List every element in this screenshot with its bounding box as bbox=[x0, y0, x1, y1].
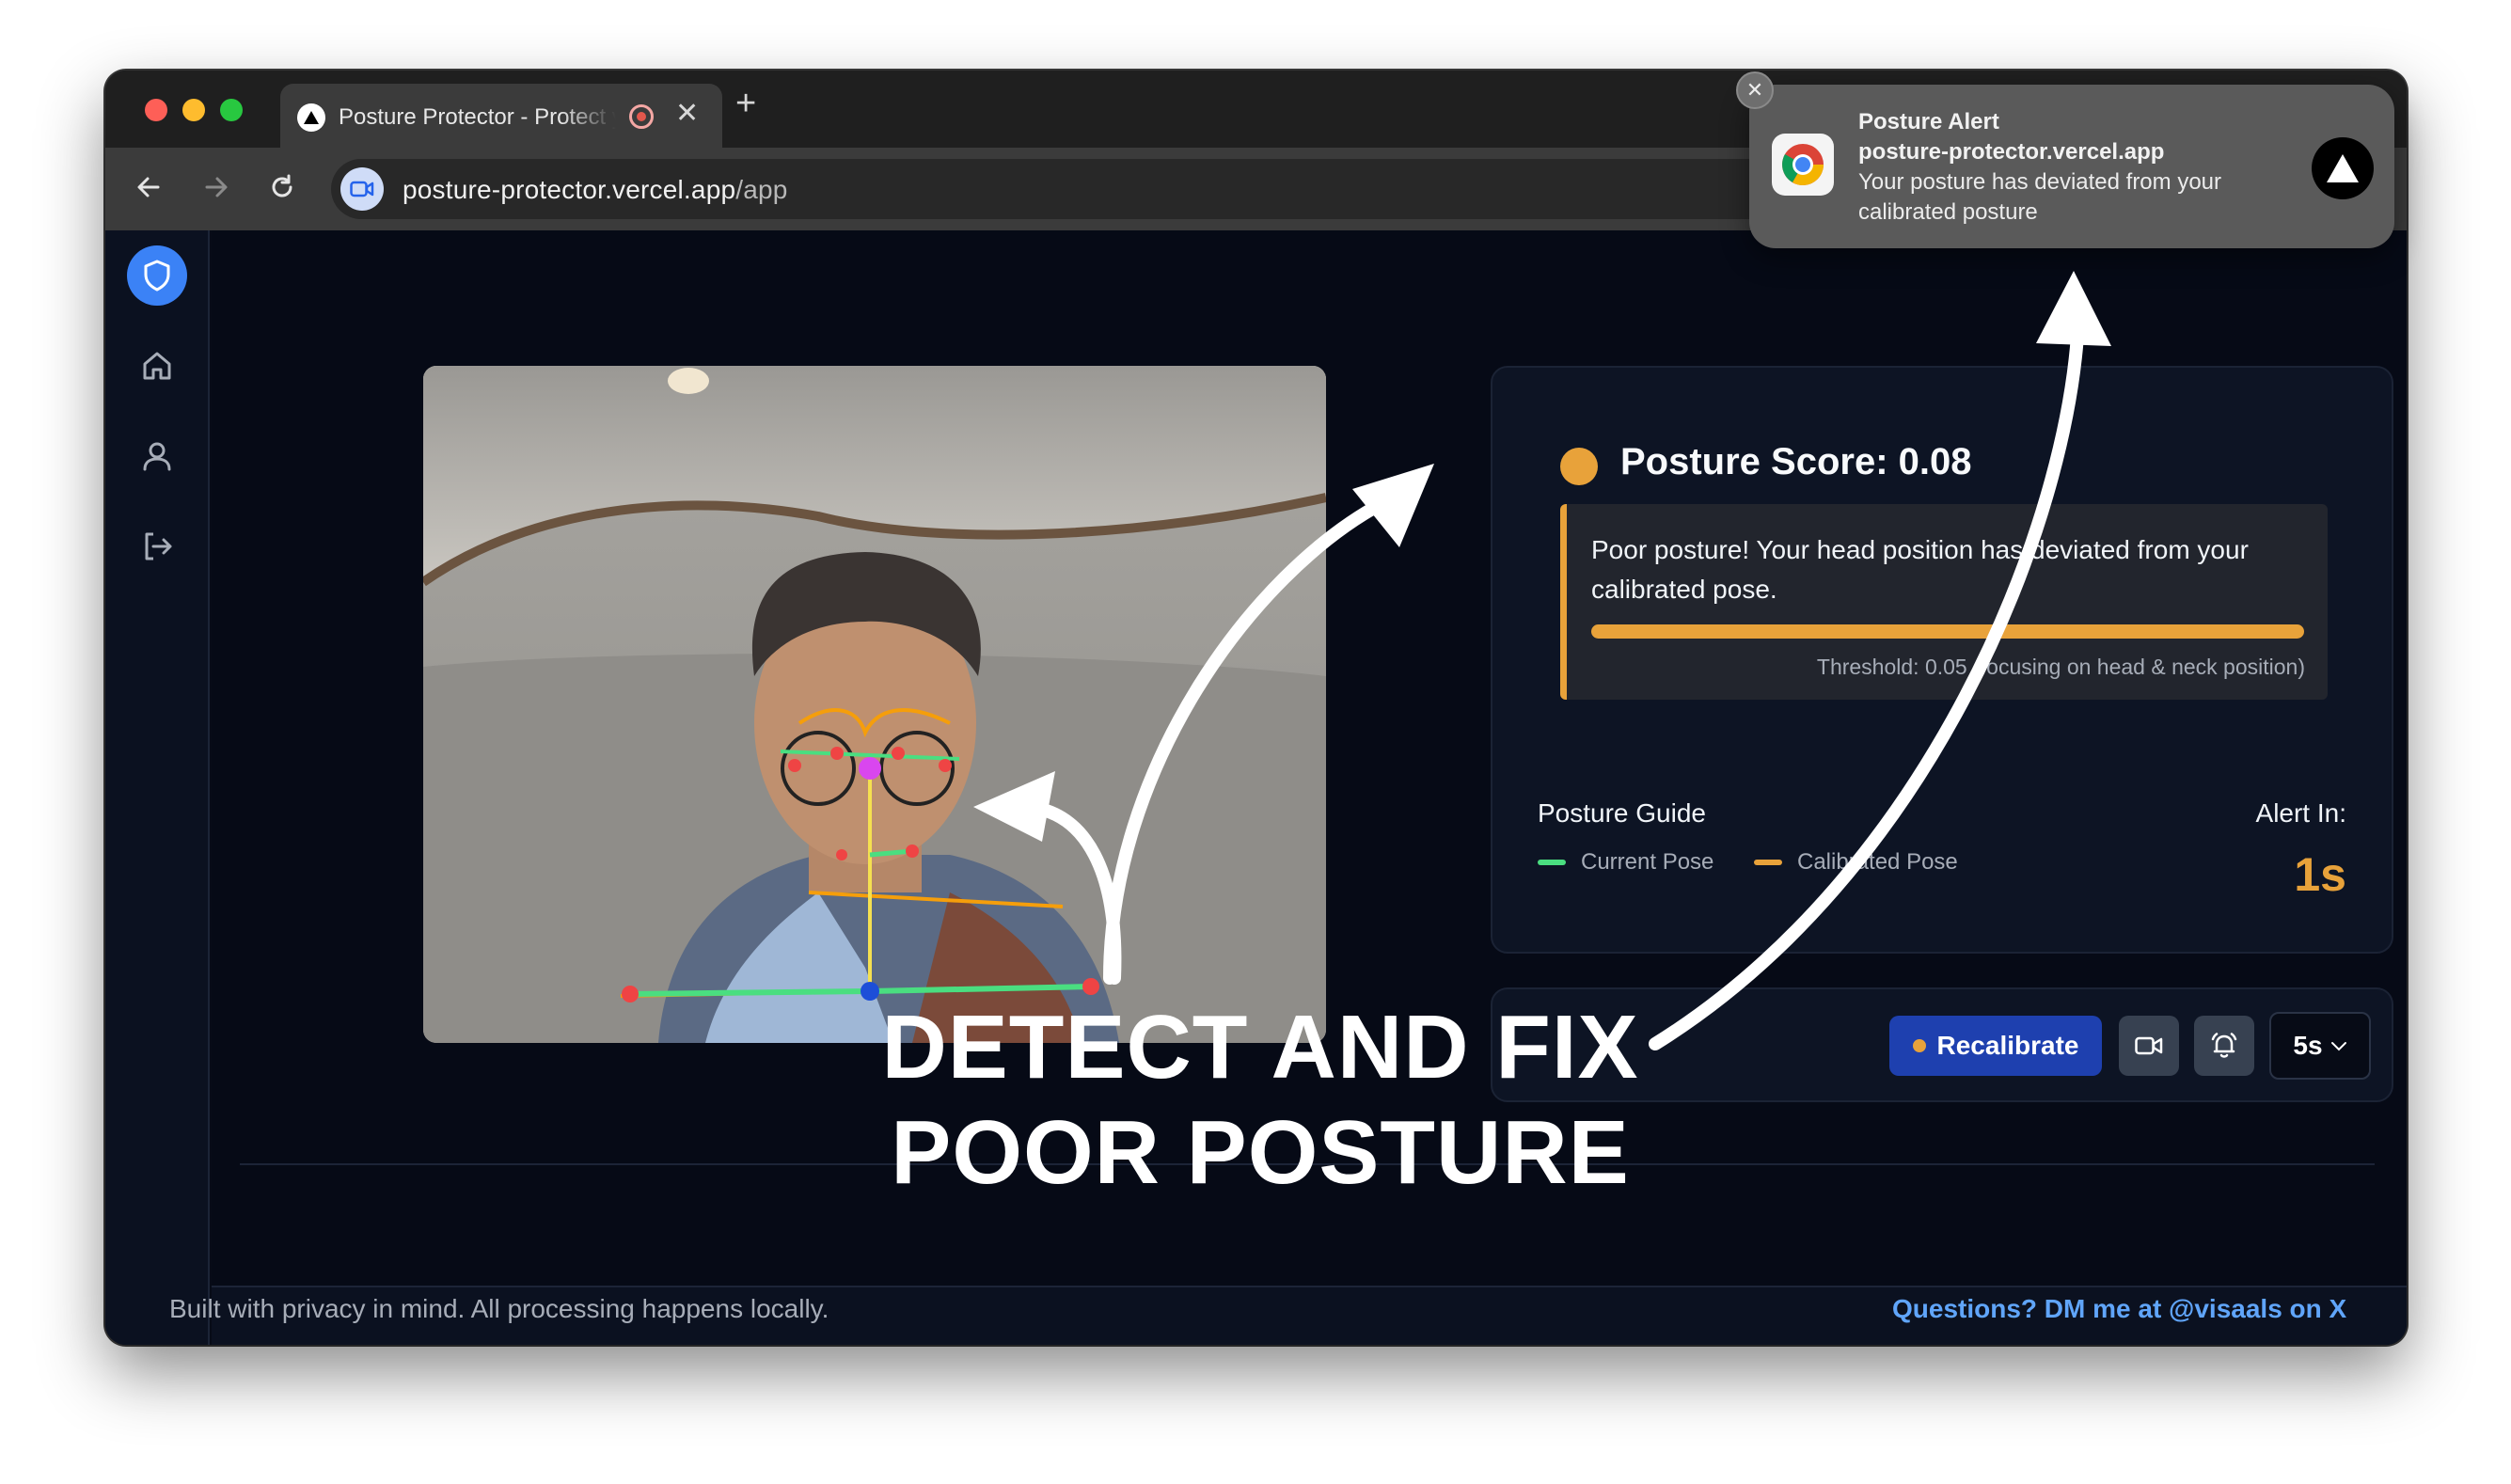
url-host: posture-protector.vercel.app bbox=[403, 175, 736, 204]
recording-indicator-icon bbox=[629, 104, 654, 129]
alert-interval-value: 5s bbox=[2293, 1031, 2323, 1060]
legend-calibrated-label: Calibrated Pose bbox=[1797, 849, 1958, 875]
posture-score-card: Posture Score: 0.08 Poor posture! Your h… bbox=[1491, 366, 2393, 954]
camera-toggle-button[interactable] bbox=[2119, 1016, 2179, 1076]
posture-score-label: Posture Score: 0.08 bbox=[1620, 441, 1972, 482]
posture-warning-message: Poor posture! Your head position has dev… bbox=[1591, 535, 2249, 604]
legend-current-pose: Current Pose bbox=[1538, 849, 1713, 876]
new-tab-button[interactable]: + bbox=[735, 86, 756, 121]
notification-source: posture-protector.vercel.app bbox=[1858, 139, 2165, 165]
posture-warning-box: Poor posture! Your head position has dev… bbox=[1560, 504, 2328, 700]
url-path: /app bbox=[735, 175, 788, 204]
legend-calibrated-pose: Calibrated Pose bbox=[1754, 849, 1958, 876]
deviation-progress-bar bbox=[1591, 624, 2304, 639]
notification-body: Your posture has deviated from your cali… bbox=[1858, 169, 2222, 225]
maximize-window-button[interactable] bbox=[220, 99, 243, 121]
video-camera-icon bbox=[2135, 1036, 2163, 1055]
triangle-app-icon bbox=[2312, 137, 2374, 199]
notification-title: Posture Alert bbox=[1858, 109, 1999, 134]
notification-text: Posture Alert posture-protector.vercel.a… bbox=[1858, 107, 2282, 228]
back-arrow-icon[interactable] bbox=[130, 168, 167, 206]
footer-contact-link[interactable]: Questions? DM me at @visaals on X bbox=[1892, 1294, 2346, 1324]
posture-alert-notification[interactable]: ✕ Posture Alert posture-protector.vercel… bbox=[1736, 71, 2394, 248]
app-sidebar bbox=[105, 230, 210, 1345]
recalibrate-status-dot bbox=[1912, 1039, 1926, 1052]
logout-icon[interactable] bbox=[127, 516, 187, 576]
user-icon[interactable] bbox=[127, 426, 187, 486]
notification-close-icon[interactable]: ✕ bbox=[1736, 71, 1774, 109]
browser-tab[interactable]: Posture Protector - Protect your posture… bbox=[280, 84, 722, 148]
notification-toggle-button[interactable] bbox=[2194, 1016, 2254, 1076]
calibrated-pose-swatch bbox=[1754, 860, 1782, 865]
recalibrate-button[interactable]: Recalibrate bbox=[1889, 1016, 2102, 1076]
home-icon[interactable] bbox=[127, 336, 187, 396]
status-dot bbox=[1560, 448, 1598, 485]
forward-arrow-icon[interactable] bbox=[197, 168, 235, 206]
caption-line-2: POOR POSTURE bbox=[891, 1102, 1630, 1203]
chrome-icon bbox=[1772, 134, 1834, 196]
threshold-text: Threshold: 0.05 (focusing on head & neck… bbox=[1816, 655, 2305, 679]
chevron-down-icon bbox=[2330, 1042, 2346, 1051]
legend-current-label: Current Pose bbox=[1581, 849, 1714, 875]
alert-interval-select[interactable]: 5s bbox=[2269, 1012, 2371, 1080]
close-window-button[interactable] bbox=[145, 99, 167, 121]
alert-countdown: 1s bbox=[2294, 848, 2346, 901]
alert-in-label: Alert In: bbox=[2255, 798, 2346, 828]
reload-icon[interactable] bbox=[263, 168, 301, 206]
promo-caption: DETECT AND FIX POOR POSTURE bbox=[752, 995, 1768, 1206]
minimize-window-button[interactable] bbox=[182, 99, 205, 121]
shield-icon[interactable] bbox=[127, 245, 187, 306]
bell-icon bbox=[2211, 1033, 2237, 1058]
recalibrate-label: Recalibrate bbox=[1936, 1031, 2079, 1060]
url-text: posture-protector.vercel.app/app bbox=[403, 175, 788, 205]
caption-line-1: DETECT AND FIX bbox=[881, 997, 1639, 1097]
triangle-favicon-icon bbox=[297, 103, 325, 132]
current-pose-swatch bbox=[1538, 860, 1566, 865]
tab-title: Posture Protector - Protect your posture bbox=[339, 104, 616, 130]
tab-close-icon[interactable]: ✕ bbox=[675, 100, 699, 128]
posture-guide-title: Posture Guide bbox=[1538, 798, 1706, 828]
camera-permission-icon[interactable] bbox=[340, 167, 384, 211]
webcam-video bbox=[423, 366, 1326, 1043]
footer-privacy-note: Built with privacy in mind. All processi… bbox=[169, 1294, 829, 1323]
